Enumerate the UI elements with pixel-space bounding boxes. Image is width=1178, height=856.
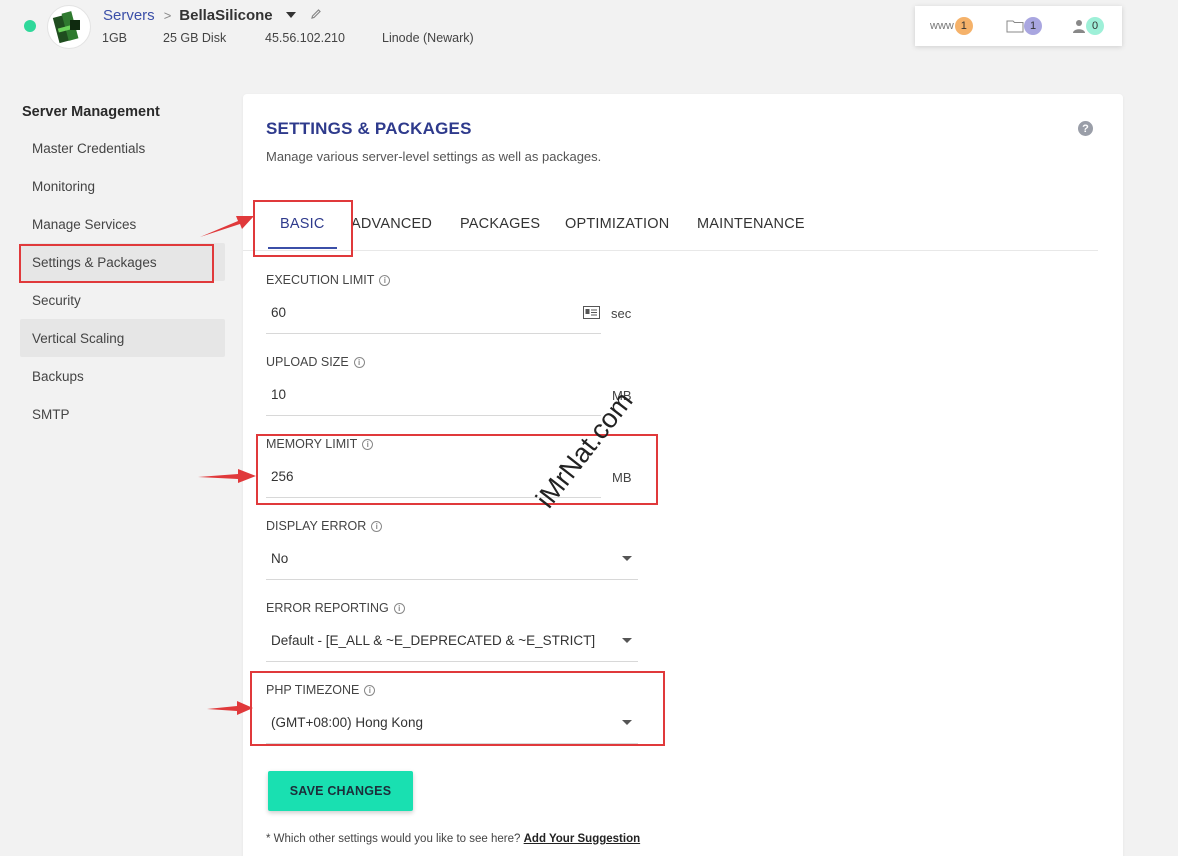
error-reporting-value: Default - [E_ALL & ~E_DEPRECATED & ~E_ST… [271,633,596,648]
chevron-down-icon [622,638,632,643]
chevron-down-icon [622,556,632,561]
tab-advanced[interactable]: ADVANCED [351,216,432,232]
display-error-label-text: DISPLAY ERROR [266,519,367,533]
upload-size-label: UPLOAD SIZE i [266,355,365,369]
help-icon[interactable]: ? [1078,121,1093,136]
breadcrumb-servers-link[interactable]: Servers [103,7,155,24]
annotation-box-basic-tab [253,200,353,257]
user-icon [1073,20,1085,33]
add-suggestion-link[interactable]: Add Your Suggestion [524,833,641,845]
annotation-arrow-icon [200,216,254,237]
error-reporting-select[interactable]: Default - [E_ALL & ~E_DEPRECATED & ~E_ST… [266,620,638,662]
sidebar-item-vertical-scaling[interactable]: Vertical Scaling [20,319,225,357]
server-provider: Linode (Newark) [382,31,474,45]
server-disk: 25 GB Disk [163,31,227,45]
footnote-text: * Which other settings would you like to… [266,833,521,845]
execution-limit-label: EXECUTION LIMIT i [266,273,391,287]
sidebar-item-backups[interactable]: Backups [20,357,225,395]
sidebar-item-security[interactable]: Security [20,281,225,319]
annotation-box-sidebar [19,244,214,283]
upload-size-label-text: UPLOAD SIZE [266,355,349,369]
suggestion-footnote: * Which other settings would you like to… [266,833,640,845]
execution-limit-label-text: EXECUTION LIMIT [266,273,375,287]
display-error-label: DISPLAY ERROR i [266,519,383,533]
sidebar-item-monitoring[interactable]: Monitoring [20,167,225,205]
page-subtitle: Manage various server-level settings as … [266,149,602,164]
tab-maintenance[interactable]: MAINTENANCE [697,216,805,232]
display-error-select[interactable]: No [266,538,638,580]
display-error-value: No [271,551,289,566]
save-changes-button[interactable]: SAVE CHANGES [268,771,413,811]
sidebar-item-master-credentials[interactable]: Master Credentials [20,129,225,167]
server-status-dot [24,20,36,32]
tab-packages[interactable]: PACKAGES [460,216,540,232]
server-ip: 45.56.102.210 [265,31,345,45]
applications-count-badge: 1 [954,17,973,35]
info-icon[interactable]: i [379,274,391,286]
server-stats-bar: www 1 1 0 [915,6,1122,46]
info-icon[interactable]: i [353,356,365,368]
upload-size-input[interactable]: 10 [266,374,601,416]
input-card-icon [583,306,600,324]
breadcrumb-separator: > [163,8,172,23]
sidebar-item-smtp[interactable]: SMTP [20,395,225,433]
edit-pencil-icon[interactable] [310,7,322,24]
execution-limit-unit: sec [611,306,632,321]
annotation-arrow-icon [198,469,256,483]
team-count-badge: 0 [1086,17,1104,35]
error-reporting-label: ERROR REPORTING i [266,601,405,615]
breadcrumb: Servers > BellaSilicone [103,7,322,24]
tab-optimization[interactable]: OPTIMIZATION [565,216,669,232]
sidebar-item-manage-services[interactable]: Manage Services [20,205,225,243]
page-title: SETTINGS & PACKAGES [266,119,472,138]
projects-count-badge: 1 [1024,17,1042,35]
team-stat[interactable]: 0 [1072,17,1104,35]
applications-stat[interactable]: www 1 [930,17,973,35]
execution-limit-input[interactable]: 60 [266,292,601,334]
server-avatar [47,5,91,49]
server-name: BellaSilicone [179,7,273,24]
server-ram: 1GB [102,31,128,45]
info-icon[interactable]: i [371,520,383,532]
www-icon: www [930,20,954,32]
info-icon[interactable]: i [393,602,405,614]
sidebar-title: Server Management [22,104,160,120]
folder-icon [1006,20,1024,33]
error-reporting-label-text: ERROR REPORTING [266,601,389,615]
annotation-box-php-timezone [250,671,665,746]
annotation-arrow-icon [207,701,253,715]
server-switch-dropdown-icon[interactable] [285,11,296,18]
settings-tabs: BASIC ADVANCED PACKAGES OPTIMIZATION MAI… [243,204,1098,251]
projects-stat[interactable]: 1 [1006,17,1042,35]
